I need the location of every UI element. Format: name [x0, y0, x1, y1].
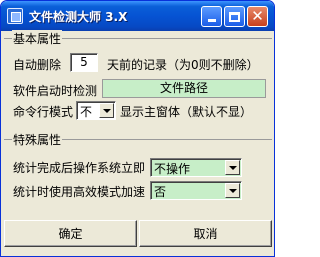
basic-properties-label: 基本属性	[12, 30, 63, 47]
ok-button[interactable]: 确定	[4, 220, 137, 247]
special-properties-label: 特殊属性	[12, 131, 63, 148]
close-icon: ✕	[251, 7, 264, 25]
efficient-mode-label: 统计时使用高效模式加速	[13, 185, 146, 199]
after-stats-select[interactable]: 不操作	[150, 158, 242, 177]
cancel-button[interactable]: 取消	[139, 220, 272, 247]
ok-button-label: 确定	[58, 227, 83, 241]
file-path-field[interactable]: 文件路径	[102, 79, 266, 98]
maximize-icon	[229, 11, 240, 22]
chevron-down-icon	[228, 165, 237, 170]
main-window: 文件检测大师 3.X ✕ 基本属性 自动删除 5 天前的记录（为0则不删除） 软…	[0, 0, 275, 257]
after-stats-value: 不操作	[154, 162, 191, 176]
minimize-button[interactable]	[201, 6, 222, 27]
autodelete-days-value: 5	[80, 55, 88, 69]
efficient-mode-value: 否	[154, 185, 167, 199]
minimize-icon	[207, 19, 216, 22]
file-path-text: 文件路径	[159, 81, 208, 95]
startup-check-label: 软件启动时检测	[13, 84, 98, 98]
autodelete-days-input[interactable]: 5	[70, 53, 98, 72]
chevron-down-icon	[228, 188, 237, 193]
after-stats-dropdown-button[interactable]	[225, 160, 240, 175]
cmd-mode-dropdown-button[interactable]	[99, 103, 114, 118]
autodelete-label: 自动删除	[13, 58, 62, 72]
efficient-mode-dropdown-button[interactable]	[225, 183, 240, 198]
autodelete-suffix-label: 天前的记录（为0则不删除）	[107, 58, 259, 72]
cancel-button-label: 取消	[193, 227, 218, 241]
window-title: 文件检测大师 3.X	[29, 10, 128, 24]
after-stats-label: 统计完成后操作系统立即	[13, 161, 146, 175]
cmd-mode-value: 不	[80, 105, 93, 119]
close-button[interactable]: ✕	[247, 6, 268, 27]
show-window-label: 显示主窗体（默认不显）	[120, 105, 253, 119]
maximize-button[interactable]	[224, 6, 245, 27]
chevron-down-icon	[102, 108, 111, 113]
title-bar[interactable]: 文件检测大师 3.X ✕	[1, 1, 274, 31]
cmd-mode-label: 命令行模式	[13, 105, 74, 119]
efficient-mode-select[interactable]: 否	[150, 181, 242, 200]
app-icon[interactable]	[7, 8, 23, 24]
cmd-mode-select[interactable]: 不	[76, 101, 116, 120]
